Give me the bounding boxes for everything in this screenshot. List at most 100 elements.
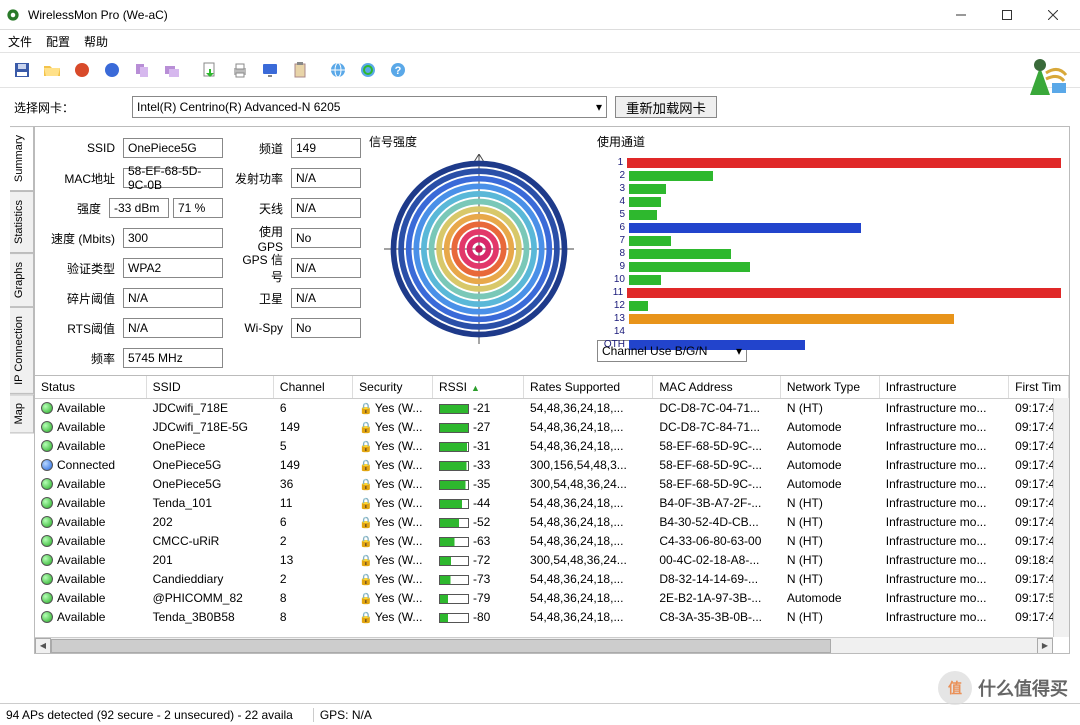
- th-ftime[interactable]: First Tim: [1009, 376, 1069, 399]
- help-icon[interactable]: ?: [384, 56, 412, 84]
- cell-mac: 2E-B2-1A-97-3B-...: [653, 589, 781, 608]
- lock-icon: 🔒: [359, 536, 373, 548]
- table-row[interactable]: AvailableTenda_10111🔒Yes (W...-4454,48,3…: [35, 494, 1069, 513]
- menu-config[interactable]: 配置: [46, 33, 70, 50]
- monitor-icon[interactable]: [256, 56, 284, 84]
- status-dot-icon: [41, 554, 53, 566]
- auth-label: 验证类型: [43, 260, 119, 277]
- table-row[interactable]: AvailableJDCwifi_718E-5G149🔒Yes (W...-27…: [35, 418, 1069, 437]
- channel-bar-row: 8: [597, 247, 1061, 260]
- channel-bar-row: 1: [597, 156, 1061, 169]
- cell-channel: 2: [273, 570, 352, 589]
- vertical-scrollbar[interactable]: [1053, 398, 1069, 637]
- tab-map[interactable]: Map: [10, 394, 34, 433]
- scroll-right-button[interactable]: ▶: [1037, 638, 1053, 654]
- cell-infra: Infrastructure mo...: [879, 437, 1008, 456]
- menu-file[interactable]: 文件: [8, 33, 32, 50]
- cell-nettype: Automode: [780, 437, 879, 456]
- tab-ipconnection[interactable]: IP Connection: [10, 307, 34, 394]
- gps-label: 使用 GPS: [231, 223, 287, 254]
- table-row[interactable]: ConnectedOnePiece5G149🔒Yes (W...-33300,1…: [35, 456, 1069, 475]
- table-row[interactable]: Available@PHICOMM_828🔒Yes (W...-7954,48,…: [35, 589, 1069, 608]
- minimize-button[interactable]: [938, 1, 984, 29]
- th-ssid[interactable]: SSID: [146, 376, 273, 399]
- adapter-select[interactable]: Intel(R) Centrino(R) Advanced-N 6205 ▾: [132, 96, 607, 118]
- th-infra[interactable]: Infrastructure: [879, 376, 1008, 399]
- table-row[interactable]: AvailableCMCC-uRiR2🔒Yes (W...-6354,48,36…: [35, 532, 1069, 551]
- maximize-button[interactable]: [984, 1, 1030, 29]
- copy-icon[interactable]: [128, 56, 156, 84]
- cell-infra: Infrastructure mo...: [879, 456, 1008, 475]
- status-text: Available: [57, 515, 105, 529]
- channel-bar-label: 2: [597, 170, 629, 181]
- status-text: Connected: [57, 458, 115, 472]
- save-icon[interactable]: [8, 56, 36, 84]
- th-channel[interactable]: Channel: [273, 376, 352, 399]
- channel-select-label: Channel Use B/G/N: [602, 344, 707, 358]
- status-dot-icon: [41, 478, 53, 490]
- cell-rssi: -44: [433, 494, 524, 513]
- cell-channel: 6: [273, 513, 352, 532]
- th-mac[interactable]: MAC Address: [653, 376, 781, 399]
- cell-ssid: OnePiece5G: [146, 456, 273, 475]
- channel-bar-row: 10: [597, 273, 1061, 286]
- cell-mac: B4-0F-3B-A7-2F-...: [653, 494, 781, 513]
- sat-value: N/A: [291, 288, 361, 308]
- th-rates[interactable]: Rates Supported: [524, 376, 653, 399]
- channel-bar-label: 4: [597, 196, 629, 207]
- cell-rssi: -33: [433, 456, 524, 475]
- channel-bar-label: 7: [597, 235, 629, 246]
- cell-mac: DC-D8-7C-84-71...: [653, 418, 781, 437]
- ant-label: 天线: [231, 200, 287, 217]
- cell-nettype: N (HT): [780, 608, 879, 627]
- cell-mac: 58-EF-68-5D-9C-...: [653, 437, 781, 456]
- folder-icon[interactable]: [38, 56, 66, 84]
- refresh-globe-icon[interactable]: [354, 56, 382, 84]
- antenna-logo-icon: [1024, 55, 1072, 100]
- globe-icon[interactable]: [324, 56, 352, 84]
- table-row[interactable]: Available2026🔒Yes (W...-5254,48,36,24,18…: [35, 513, 1069, 532]
- strength-label: 强度: [43, 200, 105, 217]
- cell-rssi: -79: [433, 589, 524, 608]
- cell-security: 🔒Yes (W...: [353, 513, 433, 532]
- th-nettype[interactable]: Network Type: [780, 376, 879, 399]
- th-security[interactable]: Security: [353, 376, 433, 399]
- channel-bar: [629, 314, 954, 324]
- table-row[interactable]: AvailableOnePiece5🔒Yes (W...-3154,48,36,…: [35, 437, 1069, 456]
- table-row[interactable]: AvailableJDCwifi_718E6🔒Yes (W...-2154,48…: [35, 399, 1069, 418]
- cell-rates: 54,48,36,24,18,...: [524, 513, 653, 532]
- horizontal-scrollbar[interactable]: ◀ ▶: [35, 637, 1053, 653]
- clipboard-icon[interactable]: [286, 56, 314, 84]
- cell-ssid: CMCC-uRiR: [146, 532, 273, 551]
- scroll-left-button[interactable]: ◀: [35, 638, 51, 654]
- record-icon[interactable]: [68, 56, 96, 84]
- cell-infra: Infrastructure mo...: [879, 570, 1008, 589]
- tab-summary[interactable]: Summary: [10, 126, 34, 191]
- menu-help[interactable]: 帮助: [84, 33, 108, 50]
- th-status[interactable]: Status: [35, 376, 146, 399]
- table-row[interactable]: AvailableOnePiece5G36🔒Yes (W...-35300,54…: [35, 475, 1069, 494]
- chan-value: 149: [291, 138, 361, 158]
- print-icon[interactable]: [226, 56, 254, 84]
- stop-icon[interactable]: [98, 56, 126, 84]
- cell-ssid: @PHICOMM_82: [146, 589, 273, 608]
- cell-infra: Infrastructure mo...: [879, 608, 1008, 627]
- status-text: Available: [57, 439, 105, 453]
- close-button[interactable]: [1030, 1, 1076, 29]
- cell-rssi: -73: [433, 570, 524, 589]
- export-icon[interactable]: [196, 56, 224, 84]
- side-tabs: Summary Statistics Graphs IP Connection …: [10, 126, 34, 654]
- tab-graphs[interactable]: Graphs: [10, 253, 34, 307]
- lock-icon: 🔒: [359, 460, 373, 472]
- layers-icon[interactable]: [158, 56, 186, 84]
- cell-channel: 149: [273, 456, 352, 475]
- tab-statistics[interactable]: Statistics: [10, 191, 34, 253]
- table-row[interactable]: Available20113🔒Yes (W...-72300,54,48,36,…: [35, 551, 1069, 570]
- status-dot-icon: [41, 592, 53, 604]
- th-rssi[interactable]: RSSI: [433, 376, 524, 399]
- table-row[interactable]: AvailableCandieddiary2🔒Yes (W...-7354,48…: [35, 570, 1069, 589]
- cell-mac: DC-D8-7C-04-71...: [653, 399, 781, 418]
- adapter-reload-button[interactable]: 重新加载网卡: [615, 96, 717, 118]
- table-row[interactable]: AvailableTenda_3B0B588🔒Yes (W...-8054,48…: [35, 608, 1069, 627]
- titlebar: WirelessMon Pro (We-aC): [0, 0, 1080, 30]
